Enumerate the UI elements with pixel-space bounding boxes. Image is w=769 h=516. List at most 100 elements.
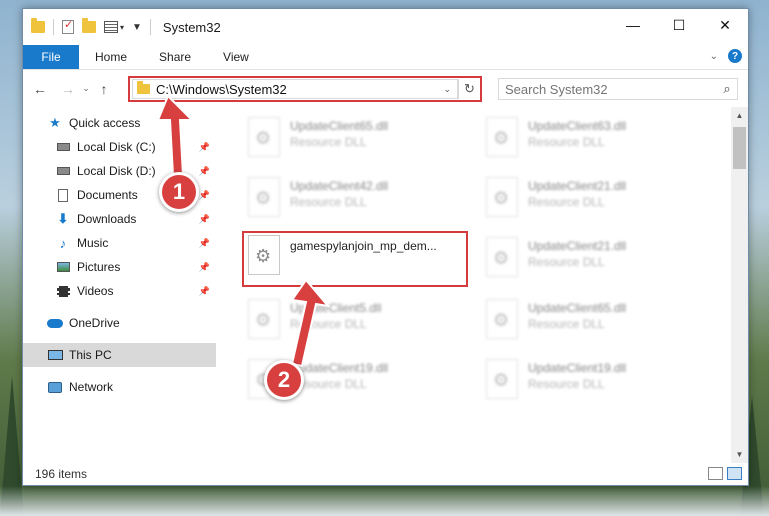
drive-icon [55, 164, 71, 178]
file-name: UpdateClient65.dll [528, 301, 627, 315]
file-item[interactable]: UpdateClient21.dll Resource DLL [482, 173, 708, 229]
file-name: UpdateClient65.dll [290, 119, 389, 133]
pin-icon[interactable]: 📌 [199, 238, 210, 249]
tab-share[interactable]: Share [143, 45, 207, 69]
file-name: UpdateClient63.dll [528, 119, 627, 133]
background-snow [0, 486, 769, 516]
large-icons-view-icon[interactable] [727, 467, 742, 480]
file-name: UpdateClient42.dll [290, 179, 389, 193]
sidebar-item-this-pc[interactable]: This PC [23, 343, 216, 367]
sidebar-item-music[interactable]: ♪ Music 📌 [23, 231, 216, 255]
ribbon-right-controls: ⌄ ? [710, 49, 742, 63]
maximize-button[interactable]: ☐ [656, 9, 702, 41]
highlighted-file-item[interactable]: gamespylanjoin_mp_dem... [242, 231, 468, 287]
file-name: UpdateClient21.dll [528, 239, 627, 253]
file-item[interactable]: UpdateClient65.dll Resource DLL [244, 113, 470, 169]
file-item[interactable]: UpdateClient42.dll Resource DLL [244, 173, 470, 229]
window-title: System32 [162, 19, 221, 35]
tab-home[interactable]: Home [79, 45, 143, 69]
sidebar-item-label: Documents [77, 188, 138, 202]
file-type: Resource DLL [528, 195, 605, 209]
help-icon[interactable]: ? [728, 49, 742, 63]
status-bar: 196 items [23, 463, 748, 485]
pin-icon[interactable]: 📌 [199, 286, 210, 297]
quick-access-toolbar: ▾ ▼ [31, 18, 159, 35]
minimize-button[interactable]: — [610, 9, 656, 41]
file-item[interactable]: UpdateClient63.dll Resource DLL [482, 113, 708, 169]
network-icon [47, 380, 63, 394]
sidebar-item-label: Local Disk (D:) [77, 164, 156, 178]
address-path[interactable]: C:\Windows\System32 [156, 82, 443, 97]
view-switcher [704, 467, 742, 480]
sidebar-item-label: OneDrive [69, 316, 120, 330]
scroll-down-arrow-icon[interactable]: ▼ [731, 446, 748, 463]
download-arrow-icon: ⬇ [57, 211, 69, 226]
close-button[interactable]: ✕ [702, 9, 748, 41]
sidebar-item-downloads[interactable]: ⬇ Downloads 📌 [23, 207, 216, 231]
file-type: Resource DLL [528, 377, 605, 391]
toolbar-divider [149, 19, 151, 35]
up-button[interactable]: ↑ [93, 78, 115, 100]
sidebar-item-label: Quick access [69, 116, 141, 130]
step-badge-2: 2 [264, 360, 304, 400]
scrollbar-thumb[interactable] [733, 127, 746, 169]
file-type: Resource DLL [528, 135, 605, 149]
picture-icon [55, 260, 71, 274]
drive-icon [55, 140, 71, 154]
pin-icon[interactable]: 📌 [199, 262, 210, 273]
explorer-window: ▾ ▼ System32 — ☐ ✕ File Home Share View … [22, 8, 749, 486]
sidebar-item-label: This PC [69, 348, 112, 362]
file-name: gamespylanjoin_mp_dem... [290, 239, 437, 253]
sidebar-item-label: Music [77, 236, 109, 250]
refresh-button[interactable]: ↻ [458, 79, 480, 99]
folder-icon [137, 81, 150, 94]
dll-file-icon [248, 177, 280, 217]
sidebar-item-onedrive[interactable]: OneDrive [23, 311, 216, 335]
window-controls: — ☐ ✕ [610, 9, 748, 41]
search-box[interactable]: ⌕ [498, 78, 738, 100]
toolbar-divider [53, 19, 54, 35]
view-properties-icon[interactable] [104, 21, 118, 33]
chevron-down-icon[interactable]: ▾ [120, 23, 124, 32]
sidebar-item-videos[interactable]: Videos 📌 [23, 279, 216, 303]
file-type: Resource DLL [290, 135, 367, 149]
chevron-down-icon[interactable]: ⌄ [443, 84, 451, 95]
file-item[interactable]: UpdateClient19.dll Resource DLL [482, 355, 708, 411]
ribbon-tabs: File Home Share View ⌄ ? [23, 45, 748, 69]
back-button[interactable]: ← [29, 78, 51, 100]
search-icon[interactable]: ⌕ [717, 81, 737, 97]
sidebar-item-pictures[interactable]: Pictures 📌 [23, 255, 216, 279]
star-icon: ★ [49, 115, 61, 130]
new-folder-icon[interactable] [82, 18, 96, 33]
cloud-icon [47, 316, 63, 330]
computer-icon [47, 348, 63, 362]
expand-ribbon-icon[interactable]: ⌄ [710, 51, 718, 62]
dll-file-icon [486, 177, 518, 217]
search-input[interactable] [505, 81, 717, 97]
pin-icon[interactable]: 📌 [199, 214, 210, 225]
dll-file-icon [486, 237, 518, 277]
scroll-up-arrow-icon[interactable]: ▲ [731, 107, 748, 124]
sidebar-item-label: Downloads [77, 212, 137, 226]
film-icon [55, 284, 71, 298]
sidebar-item-label: Local Disk (C:) [77, 140, 156, 154]
content-area: ★ Quick access Local Disk (C:) 📌 Local D… [23, 107, 748, 463]
music-note-icon: ♪ [59, 235, 67, 251]
forward-button[interactable]: → [57, 78, 79, 100]
tab-file[interactable]: File [23, 45, 79, 69]
document-icon [55, 188, 71, 202]
folder-icon [31, 18, 45, 33]
vertical-scrollbar[interactable]: ▲ ▼ [731, 107, 748, 463]
properties-check-icon[interactable] [62, 18, 74, 34]
title-bar: ▾ ▼ System32 — ☐ ✕ [23, 9, 748, 45]
details-view-icon[interactable] [708, 467, 723, 480]
file-type: Resource DLL [290, 195, 367, 209]
file-item[interactable]: UpdateClient65.dll Resource DLL [482, 295, 708, 351]
file-type: Resource DLL [528, 317, 605, 331]
dll-file-icon [248, 117, 280, 157]
customize-toolbar-icon[interactable]: ▼ [132, 22, 142, 33]
tab-view[interactable]: View [207, 45, 265, 69]
sidebar-item-network[interactable]: Network [23, 375, 216, 399]
file-item[interactable]: UpdateClient21.dll Resource DLL [482, 233, 708, 289]
recent-locations-button[interactable]: ⌄ [79, 78, 93, 100]
